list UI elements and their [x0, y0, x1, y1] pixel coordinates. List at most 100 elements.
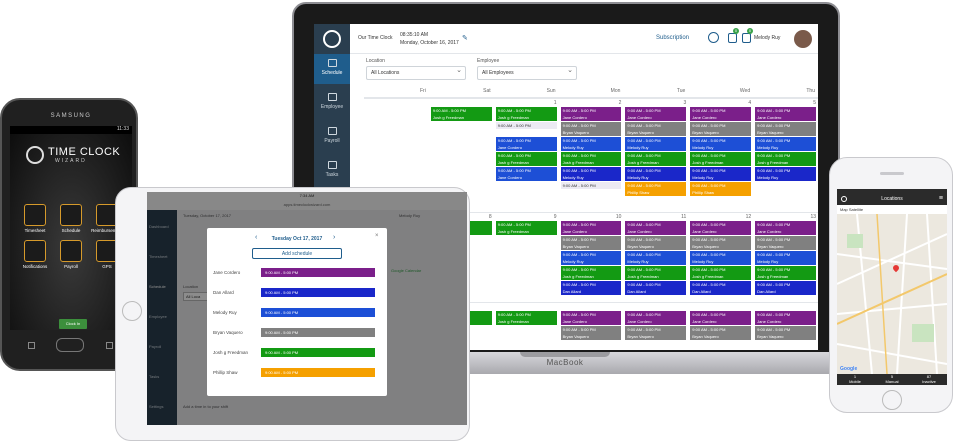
shift-employee[interactable]: Josh g Freedman [495, 159, 557, 166]
sidebar-item-tasks[interactable]: Tasks [314, 156, 350, 186]
shift-bar[interactable]: 9:00 AM - 5:00 PM [261, 348, 375, 357]
shift-employee[interactable]: Josh g Freedman [690, 273, 752, 280]
subscription-link[interactable]: Subscription [656, 35, 689, 41]
shift-time[interactable]: 9:00 AM - 5:00 PM [560, 167, 622, 174]
shift-bar[interactable]: 9:00 AM - 5:00 PM [261, 268, 375, 277]
shift-time[interactable]: 9:00 AM - 5:00 PM [690, 122, 752, 129]
shift-employee[interactable]: Josh g Freedman [495, 318, 557, 325]
shift-time[interactable]: 9:00 AM - 5:00 PM [755, 137, 816, 144]
shift-employee[interactable]: Josh g Freedman [560, 273, 622, 280]
shift-employee[interactable]: Jane Cordero [625, 318, 687, 325]
shift-time[interactable]: 9:00 AM - 5:00 PM [625, 221, 687, 228]
shift-employee[interactable]: Jane Cordero [625, 114, 687, 121]
shift-time[interactable]: 9:00 AM - 5:00 PM [690, 152, 752, 159]
shift-employee[interactable]: Josh g Freedman [625, 273, 687, 280]
shift-time[interactable]: 9:00 AM - 5:00 PM [495, 311, 557, 318]
shift-time[interactable]: 9:00 AM - 5:00 PM [625, 182, 687, 189]
shift-time[interactable]: 9:00 AM - 5:00 PM [755, 107, 816, 114]
shift-time[interactable]: 9:00 AM - 5:00 PM [755, 266, 816, 273]
shift-employee[interactable]: Josh g Freedman [430, 114, 492, 121]
shift-time[interactable]: 9:00 AM - 5:00 PM [560, 137, 622, 144]
shift-time[interactable]: 9:00 AM - 5:00 PM [690, 311, 752, 318]
shift-time[interactable]: 9:00 AM - 5:00 PM [625, 311, 687, 318]
shift-employee[interactable]: Melody Ruy [560, 174, 622, 181]
shift-time[interactable]: 9:00 AM - 5:00 PM [560, 266, 622, 273]
shift-time[interactable]: 9:00 AM - 5:00 PM [625, 236, 687, 243]
shift-bar[interactable]: 9:00 AM - 5:00 PM [261, 308, 375, 317]
shift-time[interactable]: 9:00 AM - 5:00 PM [755, 236, 816, 243]
shift-employee[interactable]: Bryan Vaquero [560, 243, 622, 250]
shift-employee[interactable]: Bryan Vaquero [690, 129, 752, 136]
home-button[interactable] [56, 338, 84, 352]
timesheet-icon[interactable] [24, 204, 46, 226]
shift-bar[interactable]: 9:00 AM - 5:00 PM [261, 328, 375, 337]
shift-time[interactable]: 9:00 AM - 5:00 PM [625, 107, 687, 114]
shift-employee[interactable]: Jane Cordero [560, 228, 622, 235]
shift-time[interactable]: 9:00 AM - 5:00 PM [495, 221, 557, 228]
shift-employee[interactable]: Jane Cordero [755, 114, 816, 121]
shift-time[interactable]: 9:00 AM - 5:00 PM [755, 122, 816, 129]
shift-time[interactable]: 9:00 AM - 5:00 PM [625, 137, 687, 144]
shift-employee[interactable]: Jane Cordero [495, 174, 557, 181]
map-type-tabs[interactable]: Map Satellite [837, 205, 947, 214]
clock-in-button[interactable]: Clock In [59, 319, 87, 329]
shift-time[interactable]: 9:00 AM - 5:00 PM [690, 266, 752, 273]
shift-employee[interactable]: Jane Cordero [690, 114, 752, 121]
shift-employee[interactable]: Jane Cordero [690, 318, 752, 325]
shift-employee[interactable]: Bryan Vaquero [625, 243, 687, 250]
shift-employee[interactable]: Melody Ruy [755, 174, 816, 181]
shift-time[interactable]: 9:00 AM - 5:00 PM [755, 281, 816, 288]
location-select[interactable]: All Locations [366, 65, 466, 80]
shift-employee[interactable]: Jane Cordero [560, 114, 622, 121]
sidebar-item-employee[interactable]: Employee [314, 88, 350, 118]
shift-time[interactable]: 9:00 AM - 5:00 PM [560, 281, 622, 288]
shift-employee[interactable]: Dan Allard [690, 288, 752, 295]
payroll-icon[interactable] [60, 240, 82, 262]
close-icon[interactable]: × [375, 233, 379, 239]
shift-employee[interactable]: Josh g Freedman [690, 159, 752, 166]
shift-employee[interactable]: Jane Cordero [495, 144, 557, 151]
shift-time[interactable]: 9:00 AM - 5:00 PM [560, 221, 622, 228]
shift-employee[interactable]: Josh g Freedman [495, 228, 557, 235]
shift-time[interactable]: 9:00 AM - 5:00 PM [495, 137, 557, 144]
shift-employee[interactable]: Melody Ruy [560, 144, 622, 151]
support-icon[interactable] [708, 32, 719, 43]
shift-employee[interactable]: Jane Cordero [560, 318, 622, 325]
shift-employee[interactable]: Melody Ruy [625, 258, 687, 265]
shift-employee[interactable]: Dan Allard [755, 288, 816, 295]
shift-employee[interactable]: Jane Cordero [755, 228, 816, 235]
shift-employee[interactable]: Jane Cordero [690, 228, 752, 235]
shift-time[interactable]: 9:00 AM - 5:00 PM [495, 107, 557, 114]
shift-time[interactable]: 9:00 AM - 5:00 PM [690, 182, 752, 189]
shift-employee[interactable]: Josh g Freedman [755, 273, 816, 280]
shift-employee[interactable]: Bryan Vaquero [690, 243, 752, 250]
shift-employee[interactable]: Melody Ruy [625, 174, 687, 181]
shift-employee[interactable]: Josh g Freedman [755, 159, 816, 166]
map[interactable] [837, 214, 947, 374]
edit-icon[interactable]: ✎ [462, 34, 468, 42]
shift-time[interactable]: 9:00 AM - 5:00 PM [755, 167, 816, 174]
shift-employee[interactable]: Bryan Vaquero [560, 129, 622, 136]
shift-time[interactable]: 9:00 AM - 5:00 PM [690, 326, 752, 333]
shift-time[interactable]: 9:00 AM - 5:00 PM [690, 137, 752, 144]
shift-time[interactable]: 9:00 AM - 5:00 PM [690, 281, 752, 288]
shift-employee[interactable]: Melody Ruy [560, 258, 622, 265]
alerts-icon[interactable] [742, 33, 751, 43]
back-icon[interactable] [28, 342, 35, 349]
shift-time[interactable]: 9:00 AM - 5:00 PM [430, 107, 492, 114]
recents-icon[interactable] [106, 342, 113, 349]
chevron-right-icon[interactable]: › [333, 234, 335, 241]
shift-employee[interactable]: Melody Ruy [690, 144, 752, 151]
shift-time[interactable]: 9:00 AM - 5:00 PM [495, 122, 557, 129]
shift-employee[interactable]: Melody Ruy [755, 258, 816, 265]
shift-time[interactable]: 9:00 AM - 5:00 PM [625, 152, 687, 159]
shift-time[interactable]: 9:00 AM - 5:00 PM [690, 251, 752, 258]
notifications-icon[interactable] [24, 240, 46, 262]
shift-time[interactable]: 9:00 AM - 5:00 PM [560, 326, 622, 333]
avatar[interactable] [794, 30, 812, 48]
shift-employee[interactable]: Bryan Vaquero [755, 333, 816, 340]
shift-time[interactable]: 9:00 AM - 5:00 PM [560, 251, 622, 258]
shift-employee[interactable]: Josh g Freedman [495, 114, 557, 121]
shift-employee[interactable]: Bryan Vaquero [625, 129, 687, 136]
home-button[interactable] [122, 301, 142, 321]
